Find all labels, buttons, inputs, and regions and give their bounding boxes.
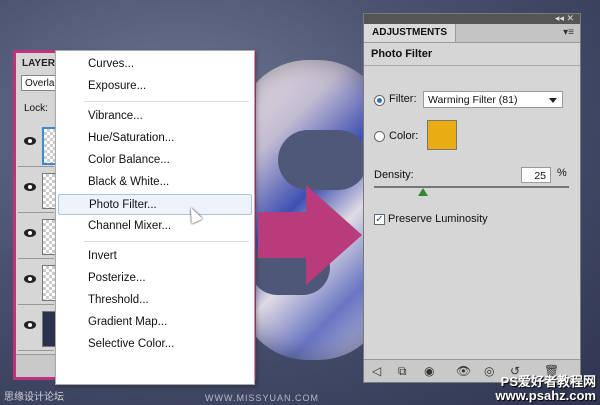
filter-radio[interactable] (374, 95, 385, 106)
layer-row[interactable] (18, 305, 58, 351)
menu-separator (84, 101, 249, 102)
watermark-middle: WWW.MISSYUAN.COM (205, 393, 319, 403)
preserve-luminosity-checkbox[interactable]: ✓ (374, 214, 385, 225)
clip-to-layer-icon[interactable]: ◉ (424, 364, 434, 378)
density-input[interactable]: 25 (521, 167, 551, 183)
menu-item-selective-color[interactable]: Selective Color... (58, 334, 252, 355)
menu-item-hue-saturation[interactable]: Hue/Saturation... (58, 128, 252, 149)
panel-tab-row: ADJUSTMENTS ▾≡ (364, 24, 580, 43)
panel-title-bar: ◂◂ ✕ (364, 13, 580, 24)
layers-tab[interactable]: LAYER (22, 58, 55, 69)
menu-item-posterize[interactable]: Posterize... (58, 268, 252, 289)
menu-item-black-white[interactable]: Black & White... (58, 172, 252, 193)
menu-item-photo-filter[interactable]: Photo Filter... (58, 194, 252, 215)
watermark-right: PS爱好者教程网 www.psahz.com (495, 375, 596, 403)
menu-item-curves[interactable]: Curves... (58, 54, 252, 75)
density-unit: % (557, 167, 567, 179)
layer-row[interactable] (18, 121, 60, 167)
watermark-right-line1: PS爱好者教程网 (500, 374, 596, 389)
back-arrow-icon[interactable]: ◁ (372, 364, 381, 378)
visibility-eye-icon[interactable] (24, 275, 36, 283)
filter-label: Filter: (389, 93, 417, 105)
view-previous-icon[interactable]: ◎ (484, 364, 494, 378)
chevron-down-icon (549, 98, 557, 103)
menu-item-gradient-map[interactable]: Gradient Map... (58, 312, 252, 333)
preserve-luminosity-label: Preserve Luminosity (388, 213, 488, 225)
filter-value: Warming Filter (81) (428, 94, 518, 106)
adjustment-layer-menu: Curves... Exposure... Vibrance... Hue/Sa… (55, 50, 255, 385)
panel-menu-icon[interactable]: ▾≡ (563, 27, 574, 38)
visibility-eye-icon[interactable] (24, 183, 36, 191)
color-label: Color: (389, 130, 419, 142)
density-slider-thumb[interactable] (417, 188, 428, 196)
arrow-body (258, 212, 308, 258)
tab-adjustments[interactable]: ADJUSTMENTS (364, 24, 457, 42)
expand-view-icon[interactable]: ⧉ (398, 364, 407, 379)
adjustment-title: Photo Filter (364, 43, 580, 66)
menu-item-exposure[interactable]: Exposure... (58, 76, 252, 97)
visibility-eye-icon[interactable] (24, 321, 36, 329)
filter-select[interactable]: Warming Filter (81) (423, 91, 563, 108)
layer-row[interactable] (18, 213, 58, 259)
arrow-icon (306, 185, 362, 285)
color-swatch[interactable] (427, 120, 457, 150)
watermark-right-line2: www.psahz.com (495, 388, 596, 403)
visibility-eye-icon[interactable] (24, 137, 36, 145)
density-label: Density: (374, 169, 414, 181)
menu-item-color-balance[interactable]: Color Balance... (58, 150, 252, 171)
menu-item-threshold[interactable]: Threshold... (58, 290, 252, 311)
color-radio[interactable] (374, 131, 385, 142)
lock-label: Lock: (24, 103, 48, 114)
menu-item-vibrance[interactable]: Vibrance... (58, 106, 252, 127)
menu-separator (84, 241, 249, 242)
visibility-eye-icon[interactable] (24, 229, 36, 237)
layer-row[interactable] (18, 259, 58, 305)
watermark-left: 思缘设计论坛 (4, 392, 64, 403)
menu-item-invert[interactable]: Invert (58, 246, 252, 267)
collapse-close-icon[interactable]: ◂◂ ✕ (555, 13, 574, 24)
menu-item-channel-mixer[interactable]: Channel Mixer... (58, 216, 252, 237)
adjustments-panel: ◂◂ ✕ ADJUSTMENTS ▾≡ Photo Filter Filter:… (363, 13, 581, 383)
density-slider-track[interactable] (374, 186, 569, 188)
visibility-eye-icon[interactable]: 👁 (456, 364, 471, 378)
layer-row[interactable] (18, 167, 58, 213)
